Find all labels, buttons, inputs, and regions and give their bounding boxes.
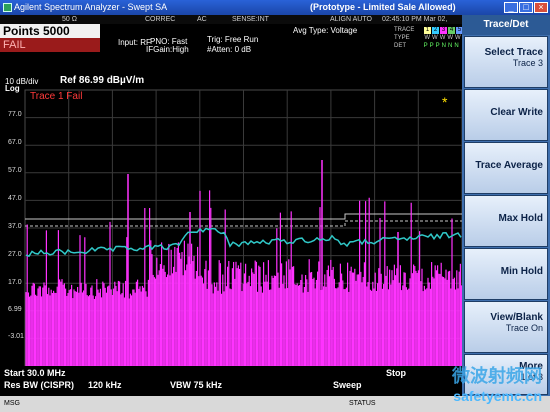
y-tick-label: 67.0: [8, 139, 22, 146]
max-hold-softkey[interactable]: Max Hold: [464, 195, 548, 247]
softkey-panel: Trace/Det Select Trace Trace 3 Clear Writ…: [462, 15, 550, 396]
clear-write-softkey[interactable]: Clear Write: [464, 89, 548, 141]
minimize-button[interactable]: _: [504, 2, 518, 13]
fail-indicator: FAIL: [0, 38, 100, 52]
attenuation-setting: #Atten: 0 dB: [207, 45, 252, 54]
window-titlebar: Agilent Spectrum Analyzer - Swept SA (Pr…: [0, 0, 550, 15]
window-title: Agilent Spectrum Analyzer - Swept SA: [14, 2, 168, 12]
y-tick-label: 17.0: [8, 279, 22, 286]
select-trace-softkey[interactable]: Select Trace Trace 3: [464, 36, 548, 88]
align-indicator: ALIGN AUTO: [330, 16, 372, 23]
det-row-label: DET: [394, 43, 406, 49]
trace-update-star: *: [442, 94, 448, 110]
spectrum-graticule: [24, 89, 462, 366]
trace-2-indicator: 2: [432, 27, 440, 34]
app-icon: [3, 3, 12, 12]
res-bw-value[interactable]: 120 kHz: [88, 380, 122, 390]
sweep-time[interactable]: Sweep: [333, 380, 362, 390]
window-subtitle: (Prototype - Limited Sale Allowed): [310, 2, 456, 12]
trace-type-table: TRACE 123456 TYPE WWWWWW DET PPPNNN: [394, 26, 472, 50]
y-tick-label: -3.01: [8, 333, 24, 340]
watermark-url: safetyemc.cn: [453, 388, 542, 404]
points-display[interactable]: Points 5000: [0, 24, 100, 38]
y-tick-label: 47.0: [8, 195, 22, 202]
coupling-indicator: AC: [197, 16, 207, 23]
trigger-setting: Trig: Free Run: [207, 35, 259, 44]
vbw-setting[interactable]: VBW 75 kHz: [170, 380, 222, 390]
correction-indicator: CORREC: [145, 16, 176, 23]
res-bw-label: Res BW (CISPR): [4, 380, 75, 390]
sense-indicator: SENSE:INT: [232, 16, 269, 23]
trace-row-label: TRACE: [394, 27, 415, 33]
y-tick-label: 6.99: [8, 306, 22, 313]
spectrum-plot[interactable]: Trace 1 Fail: [0, 74, 462, 366]
det-letters: PPPNNN: [423, 43, 461, 49]
min-hold-softkey[interactable]: Min Hold: [464, 248, 548, 300]
impedance-indicator: 50 Ω: [62, 16, 77, 23]
trace-average-softkey[interactable]: Trace Average: [464, 142, 548, 194]
y-tick-label: 77.0: [8, 111, 22, 118]
view-blank-softkey[interactable]: View/Blank Trace On: [464, 301, 548, 353]
trace-3-indicator: 3: [440, 27, 448, 34]
status-label: STATUS: [349, 400, 376, 407]
watermark-cn-text: 微波射频网: [452, 366, 542, 386]
site-watermark: 微波射频网 safetyemc.cn: [380, 362, 550, 410]
trace-1-indicator: 1: [424, 27, 432, 34]
type-row-label: TYPE: [394, 35, 410, 41]
avg-type-setting: Avg Type: Voltage: [293, 26, 358, 35]
start-frequency[interactable]: Start 30.0 MHz: [4, 368, 66, 378]
y-tick-label: 37.0: [8, 223, 22, 230]
softkey-menu-title: Trace/Det: [462, 15, 550, 35]
y-tick-label: 27.0: [8, 251, 22, 258]
msg-label: MSG: [4, 400, 20, 407]
y-tick-label: 57.0: [8, 167, 22, 174]
maximize-button[interactable]: □: [519, 2, 533, 13]
ifgain-setting: IFGain:High: [146, 45, 189, 54]
close-button[interactable]: ×: [534, 2, 548, 13]
trace-fail-message: Trace 1 Fail: [30, 91, 83, 102]
trace-4-indicator: 4: [448, 27, 456, 34]
